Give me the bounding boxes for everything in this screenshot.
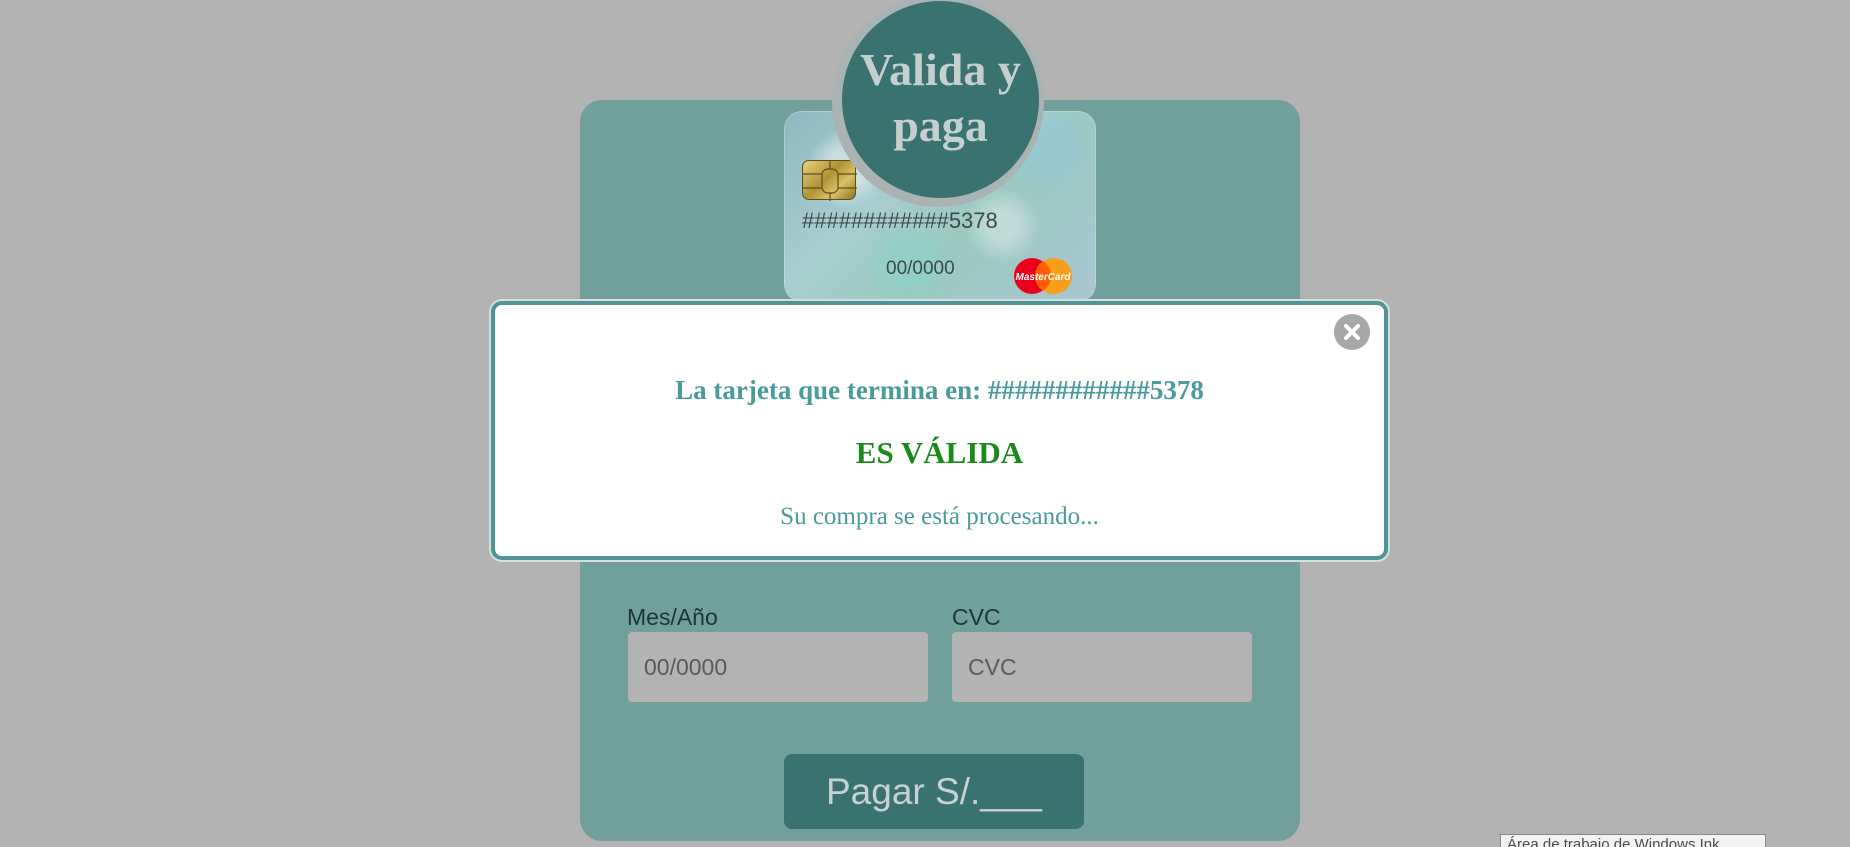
windows-ink-tooltip: Área de trabajo de Windows Ink (1500, 834, 1766, 847)
modal-processing-message: Su compra se está procesando... (780, 503, 1099, 530)
modal-status: ES VÁLIDA (855, 435, 1024, 470)
cvc-label: CVC (952, 604, 1001, 630)
mastercard-logo-text: MasterCard (1015, 272, 1071, 283)
card-chip-icon (802, 160, 857, 201)
mastercard-logo-icon: MasterCard (1014, 258, 1072, 294)
close-button[interactable] (1334, 314, 1370, 350)
close-icon (1344, 324, 1360, 340)
card-expiry: 00/0000 (886, 258, 955, 279)
expiry-label: Mes/Año (627, 604, 718, 630)
expiry-input[interactable] (628, 632, 928, 702)
header-badge: Valida y paga (842, 1, 1039, 198)
page-title: Valida y paga (860, 43, 1021, 151)
page: ############5378 00/0000 MasterCard Vali… (0, 0, 1850, 847)
modal-card-message: La tarjeta que termina en: ############5… (675, 375, 1204, 405)
cvc-input[interactable] (952, 632, 1252, 702)
pay-button[interactable]: Pagar S/.___ (784, 754, 1084, 829)
validation-modal: La tarjeta que termina en: ############5… (491, 301, 1388, 560)
card-number: ############5378 (802, 208, 998, 233)
